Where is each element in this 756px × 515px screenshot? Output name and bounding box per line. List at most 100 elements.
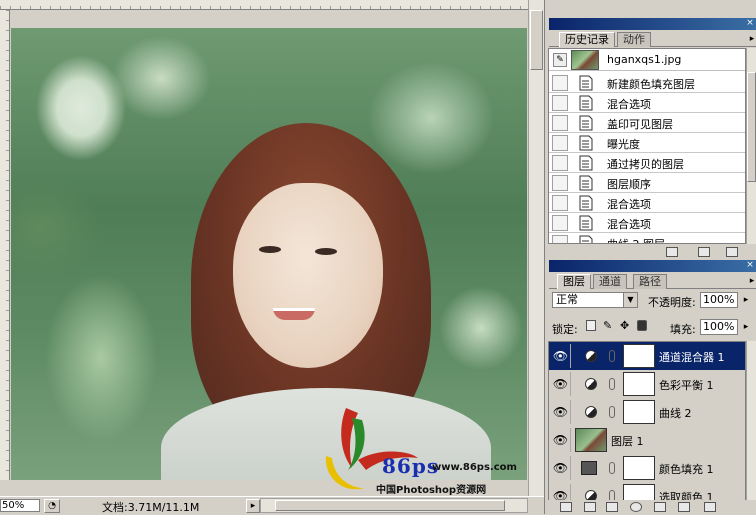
history-source-checkbox[interactable] [552,155,568,171]
history-item[interactable]: 图层顺序 [549,173,745,193]
lock-brush-icon[interactable]: ✎ [603,320,613,331]
scrollbar-thumb[interactable] [275,500,505,511]
new-group-icon[interactable] [654,502,666,512]
brush-source-icon[interactable]: ✎ [553,53,567,67]
new-layer-icon[interactable] [678,502,690,512]
blend-mode-select[interactable]: 正常 ▼ [552,292,638,308]
close-icon[interactable]: × [745,19,755,28]
layer-mask-thumbnail[interactable] [623,456,655,480]
link-icon[interactable] [609,378,615,390]
layer-mask-thumbnail[interactable] [623,400,655,424]
visibility-eye-icon[interactable]: 👁 [551,400,571,424]
fill-field[interactable]: 100% [700,319,738,335]
subject-mouth [273,308,315,320]
layers-panel-titlebar[interactable]: × [549,260,756,272]
history-source-checkbox[interactable] [552,235,568,243]
trash-icon[interactable] [726,247,738,257]
layer-row[interactable]: 👁 曲线 2 [549,398,745,427]
chevron-down-icon[interactable]: ▼ [623,293,637,307]
canvas-vertical-scrollbar[interactable] [528,0,544,496]
history-panel-titlebar[interactable]: × [549,18,756,30]
snapshot-name: hganxqs1.jpg [607,53,682,66]
tab-history[interactable]: 历史记录 [559,32,615,47]
layer-row[interactable]: 👁 色彩平衡 1 [549,370,745,399]
history-item[interactable]: 混合选项 [549,193,745,213]
history-source-checkbox[interactable] [552,175,568,191]
tab-actions[interactable]: 动作 [617,32,651,47]
horizontal-ruler[interactable] [0,0,530,10]
history-item-label: 曝光度 [607,138,640,151]
opacity-field[interactable]: 100% [700,292,738,308]
history-list[interactable]: ✎ hganxqs1.jpg 新建颜色填充图层 混合选项 盖印可见图层 曝光度 … [548,48,746,244]
tab-layers[interactable]: 图层 [557,274,591,289]
visibility-eye-icon[interactable]: 👁 [551,456,571,480]
history-source-checkbox[interactable] [552,75,568,91]
link-icon[interactable] [609,406,615,418]
layer-image-thumbnail[interactable] [575,428,607,452]
history-item[interactable]: 曝光度 [549,133,745,153]
layer-mask-thumbnail[interactable] [623,484,655,500]
watermark-site-name: 中国Photoshop资源网 [376,485,487,496]
layer-mask-thumbnail[interactable] [623,344,655,368]
history-item[interactable]: 盖印可见图层 [549,113,745,133]
layer-row[interactable]: 👁 通道混合器 1 [549,342,745,371]
layer-row[interactable]: 👁 图层 1 [549,426,745,455]
opacity-slider-arrow-icon[interactable]: ▸ [740,292,752,308]
vertical-ruler[interactable] [0,10,10,480]
lock-all-icon[interactable] [637,320,647,331]
history-scrollbar[interactable] [746,48,756,244]
history-snapshot[interactable]: ✎ hganxqs1.jpg [549,49,745,71]
panel-menu-icon[interactable]: ▸ [747,34,756,44]
scrollbar-thumb[interactable] [530,10,543,70]
trash-icon[interactable] [704,502,716,512]
history-step-icon [579,215,593,231]
history-source-checkbox[interactable] [552,135,568,151]
close-icon[interactable]: × [745,261,755,270]
history-item[interactable]: 新建颜色填充图层 [549,73,745,93]
canvas-horizontal-scrollbar[interactable] [260,498,528,513]
watermark-brand: 86ps [382,454,440,478]
history-item[interactable]: 混合选项 [549,93,745,113]
layer-row[interactable]: 👁 颜色填充 1 [549,454,745,483]
layer-name: 曲线 2 [659,407,692,420]
status-menu-button[interactable]: ◔ [44,499,60,513]
history-step-icon [579,135,593,151]
link-icon[interactable] [609,350,615,362]
history-item[interactable]: 混合选项 [549,213,745,233]
visibility-eye-icon[interactable]: 👁 [551,484,571,500]
lock-move-icon[interactable]: ✥ [620,320,630,331]
link-layers-icon[interactable] [560,502,572,512]
snapshot-thumbnail [571,50,599,70]
lock-transparency-icon[interactable] [586,320,596,331]
new-adjustment-layer-icon[interactable] [630,502,642,512]
history-item[interactable]: 曲线 2 图层 [549,233,745,243]
add-mask-icon[interactable] [606,502,618,512]
link-icon[interactable] [609,462,615,474]
fill-slider-arrow-icon[interactable]: ▸ [740,319,752,335]
visibility-eye-icon[interactable]: 👁 [551,344,571,368]
visibility-eye-icon[interactable]: 👁 [551,428,571,452]
scrollbar-thumb[interactable] [747,72,756,182]
layer-style-icon[interactable] [584,502,596,512]
layer-row[interactable]: 👁 选取颜色 1 [549,482,745,500]
status-arrow-button[interactable]: ▸ [246,499,260,513]
new-document-icon[interactable] [666,247,678,257]
layers-scrollbar[interactable] [746,341,756,501]
panel-menu-icon[interactable]: ▸ [747,276,756,286]
tab-channels[interactable]: 通道 [593,274,627,289]
layer-name: 通道混合器 1 [659,351,725,364]
zoom-level-field[interactable]: 50% [0,499,40,512]
tab-paths[interactable]: 路径 [633,274,667,289]
layers-list[interactable]: 👁 通道混合器 1 👁 色彩平衡 1 👁 曲线 2 👁 图层 1 👁 颜色填充 1 👁 选取… [548,341,746,501]
history-source-checkbox[interactable] [552,195,568,211]
history-step-icon [579,175,593,191]
visibility-eye-icon[interactable]: 👁 [551,372,571,396]
history-step-icon [579,115,593,131]
fill-color-swatch[interactable] [581,461,597,475]
history-item[interactable]: 通过拷贝的图层 [549,153,745,173]
layer-mask-thumbnail[interactable] [623,372,655,396]
camera-icon[interactable] [698,247,710,257]
history-source-checkbox[interactable] [552,95,568,111]
history-source-checkbox[interactable] [552,215,568,231]
history-source-checkbox[interactable] [552,115,568,131]
